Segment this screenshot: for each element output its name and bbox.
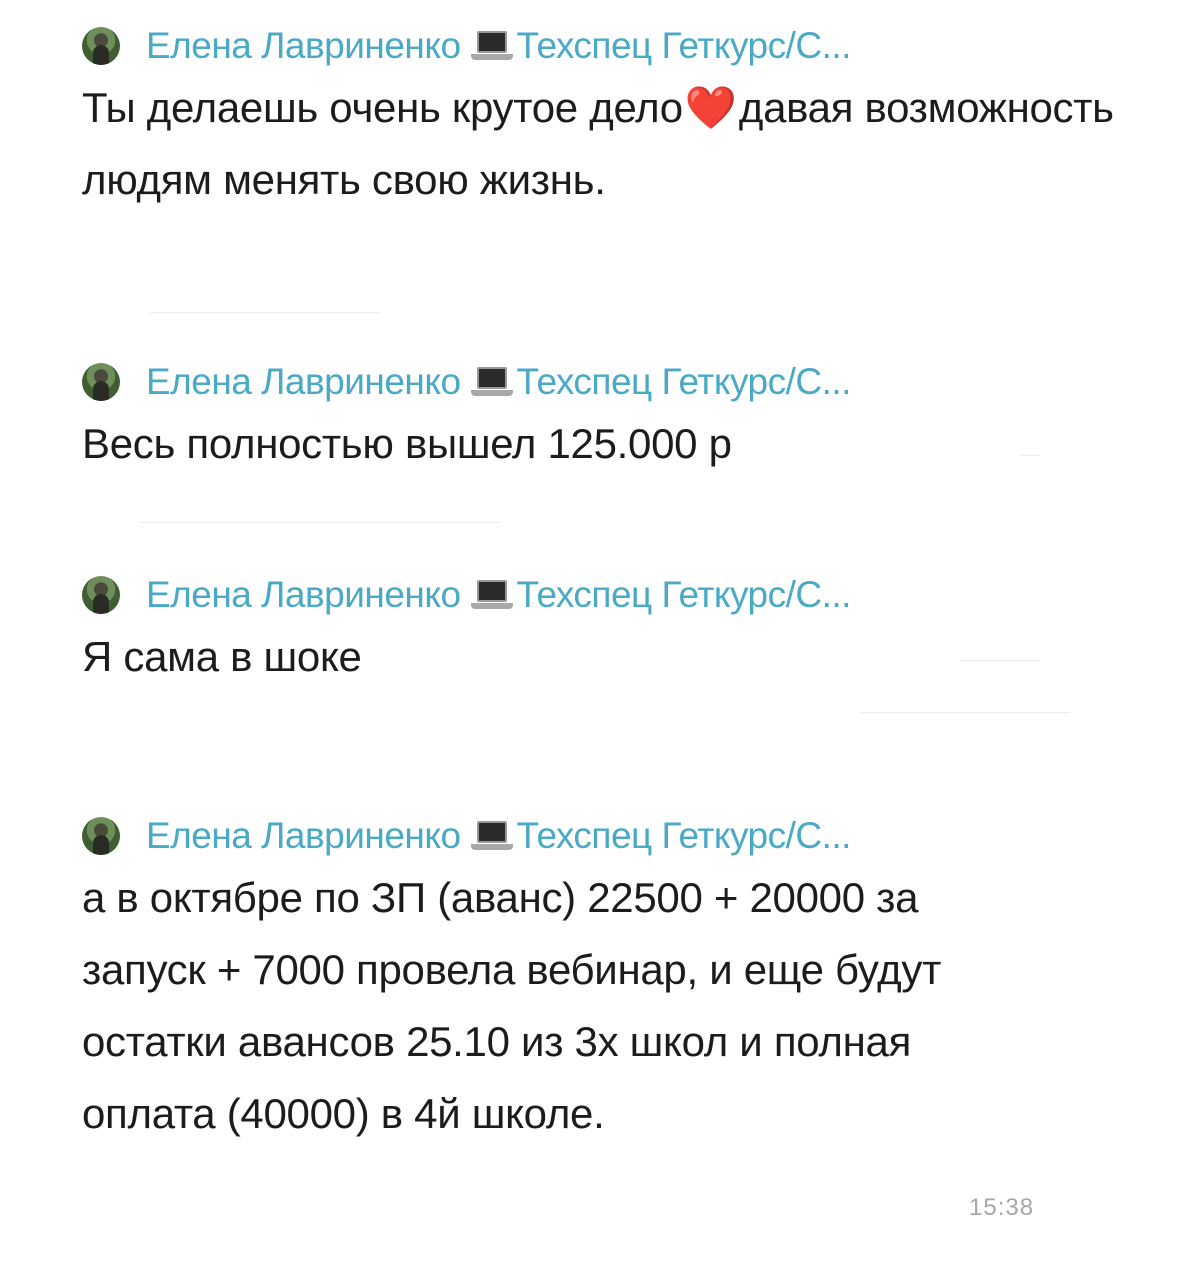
avatar[interactable] (82, 817, 120, 855)
message-4[interactable]: Елена Лавриненко Техспец Геткурс/С... а … (82, 814, 1142, 1150)
message-time: 15:38 (969, 1194, 1035, 1221)
message-header: Елена Лавриненко Техспец Геткурс/С... (82, 24, 1142, 68)
message-header: Елена Лавриненко Техспец Геткурс/С... (82, 814, 1142, 858)
message-text: а в октябре по ЗП (аванс) 22500 + 20000 … (82, 874, 942, 1137)
message-2[interactable]: Елена Лавриненко Техспец Геткурс/С... Ве… (82, 360, 1142, 480)
sender-group: Техспец Геткурс/С... (516, 361, 852, 402)
laptop-icon (470, 29, 513, 63)
divider (140, 522, 500, 523)
laptop-icon (470, 365, 513, 399)
divider (860, 712, 1070, 713)
message-header: Елена Лавриненко Техспец Геткурс/С... (82, 573, 1142, 617)
message-1[interactable]: Елена Лавриненко Техспец Геткурс/С... Ты… (82, 24, 1142, 216)
sender-group: Техспец Геткурс/С... (516, 574, 852, 615)
avatar[interactable] (82, 576, 120, 614)
sender-name[interactable]: Елена Лавриненко (146, 25, 461, 67)
sender-name[interactable]: Елена Лавриненко (146, 815, 461, 857)
sender-group: Техспец Геткурс/С... (516, 25, 852, 66)
avatar[interactable] (82, 27, 120, 65)
divider (150, 312, 380, 313)
avatar[interactable] (82, 363, 120, 401)
laptop-icon (470, 578, 513, 612)
sender-name[interactable]: Елена Лавриненко (146, 361, 461, 403)
message-header: Елена Лавриненко Техспец Геткурс/С... (82, 360, 1142, 404)
sender-name[interactable]: Елена Лавриненко (146, 574, 461, 616)
message-3[interactable]: Елена Лавриненко Техспец Геткурс/С... Я … (82, 573, 1142, 693)
laptop-icon (470, 819, 513, 853)
message-text-part: Ты делаешь очень крутое дело (82, 84, 683, 131)
message-text: Весь полностью вышел 125.000 р (82, 420, 732, 467)
heart-icon: ❤️ (684, 84, 737, 131)
message-text: Ты делаешь очень крутое дело❤️давая возм… (82, 72, 1142, 216)
sender-group: Техспец Геткурс/С... (516, 815, 852, 856)
message-text: Я сама в шоке (82, 633, 362, 680)
